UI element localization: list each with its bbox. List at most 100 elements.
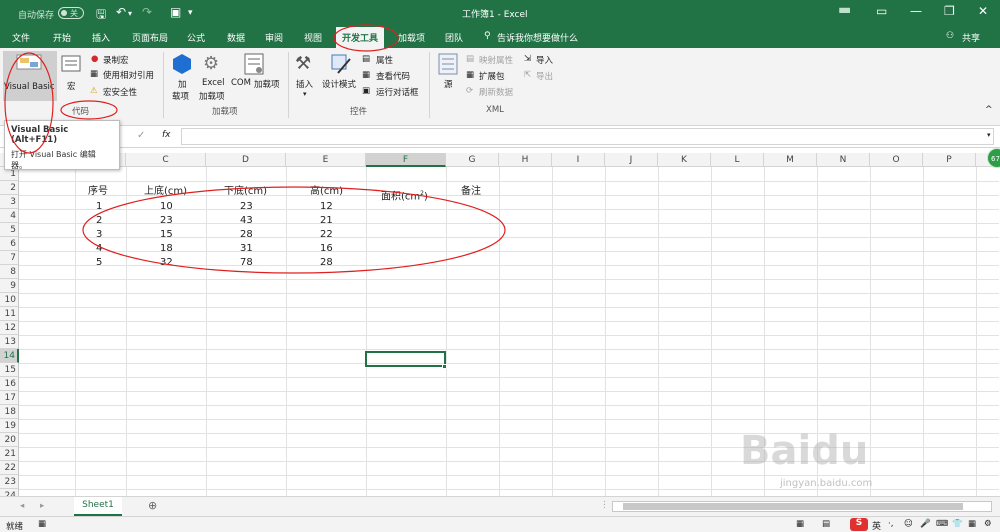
record-macro-button[interactable]: 录制宏 <box>103 54 129 66</box>
row-header[interactable]: 22 <box>0 461 19 475</box>
row-header[interactable]: 16 <box>0 377 19 391</box>
import-button[interactable]: 导入 <box>536 54 553 66</box>
table-cell[interactable]: 12 <box>320 200 333 213</box>
page-layout-view-icon[interactable]: ▤ <box>822 519 830 529</box>
table-cell[interactable]: 3 <box>96 228 102 241</box>
tab-home[interactable]: 开始 <box>53 31 71 44</box>
scrollbar-thumb[interactable] <box>623 503 963 510</box>
ime-punct-icon[interactable]: ·, <box>888 519 893 529</box>
column-header[interactable]: G <box>446 153 499 167</box>
progress-badge[interactable]: 67 <box>987 148 1000 168</box>
addins-button[interactable]: 加 <box>178 78 187 90</box>
microphone-icon[interactable]: 🎤 <box>920 519 931 529</box>
table-cell[interactable]: 15 <box>160 228 173 241</box>
tab-addins[interactable]: 加载项 <box>398 31 425 44</box>
tab-data[interactable]: 数据 <box>227 31 245 44</box>
table-cell[interactable]: 21 <box>320 214 333 227</box>
table-cell[interactable]: 2 <box>96 214 102 227</box>
map-properties-button[interactable]: 映射属性 <box>479 54 513 66</box>
row-header[interactable]: 24 <box>0 489 19 496</box>
settings-icon[interactable]: ⚙ <box>984 519 992 529</box>
share-button[interactable]: 共享 <box>962 31 980 44</box>
table-cell[interactable]: 31 <box>240 242 253 255</box>
enter-icon[interactable]: ✓ <box>137 130 145 141</box>
tell-me-search[interactable]: 告诉我你想要做什么 <box>497 31 578 44</box>
column-header[interactable]: O <box>870 153 923 167</box>
column-header[interactable]: P <box>923 153 976 167</box>
column-header[interactable]: H <box>499 153 552 167</box>
excel-addins-button[interactable]: Excel <box>202 78 225 88</box>
row-header-selected[interactable]: 14 <box>0 349 19 363</box>
refresh-data-button[interactable]: 刷新数据 <box>479 86 513 98</box>
tab-team[interactable]: 团队 <box>445 31 463 44</box>
table-cell[interactable]: 32 <box>160 256 173 269</box>
tab-formulas[interactable]: 公式 <box>187 31 205 44</box>
column-header[interactable]: E <box>286 153 366 167</box>
emoji-icon[interactable]: ☺ <box>904 519 913 529</box>
row-header[interactable]: 11 <box>0 307 19 321</box>
tab-split-handle[interactable]: ⋮ <box>600 500 609 510</box>
prev-sheet-icon[interactable]: ◂ <box>20 501 24 511</box>
row-header[interactable]: 23 <box>0 475 19 489</box>
row-header[interactable]: 9 <box>0 279 19 293</box>
formula-input[interactable] <box>181 128 994 145</box>
restore-icon[interactable]: ❐ <box>944 4 955 18</box>
table-cell[interactable]: 16 <box>320 242 333 255</box>
column-header[interactable]: K <box>658 153 711 167</box>
row-header[interactable]: 2 <box>0 181 19 195</box>
toolbox-icon[interactable]: ▣ <box>170 5 181 19</box>
expansion-packs-button[interactable]: 扩展包 <box>479 70 505 82</box>
tab-page-layout[interactable]: 页面布局 <box>132 31 168 44</box>
account-icon[interactable]: ▬ <box>838 2 851 18</box>
horizontal-scrollbar[interactable] <box>612 501 992 512</box>
column-header[interactable]: I <box>552 153 605 167</box>
selected-cell[interactable] <box>365 351 446 367</box>
next-sheet-icon[interactable]: ▸ <box>40 501 44 511</box>
table-cell[interactable]: 23 <box>240 200 253 213</box>
tab-view[interactable]: 视图 <box>304 31 322 44</box>
row-header[interactable]: 7 <box>0 251 19 265</box>
minimize-icon[interactable]: — <box>910 4 922 18</box>
column-header[interactable]: J <box>605 153 658 167</box>
column-header[interactable]: F <box>366 153 446 167</box>
macro-security-button[interactable]: 宏安全性 <box>103 86 137 98</box>
undo-dropdown-icon[interactable]: ▾ <box>128 9 132 18</box>
table-cell[interactable]: 1 <box>96 200 102 213</box>
keyboard-icon[interactable]: ⌨ <box>936 519 948 529</box>
row-header[interactable]: 20 <box>0 433 19 447</box>
new-sheet-icon[interactable]: ⊕ <box>148 499 157 512</box>
row-header[interactable]: 18 <box>0 405 19 419</box>
undo-icon[interactable]: ↶ <box>116 5 126 19</box>
customize-toolbar-icon[interactable]: ▾ <box>188 8 193 18</box>
cell-header-area[interactable]: 面积(cm2) <box>381 187 428 202</box>
table-cell[interactable]: 78 <box>240 256 253 269</box>
table-cell[interactable]: 4 <box>96 242 102 255</box>
tab-insert[interactable]: 插入 <box>92 31 110 44</box>
redo-icon[interactable]: ↷ <box>142 5 152 19</box>
cell-header-bottom[interactable]: 下底(cm) <box>224 185 267 198</box>
table-cell[interactable]: 23 <box>160 214 173 227</box>
table-cell[interactable]: 28 <box>320 256 333 269</box>
row-header[interactable]: 6 <box>0 237 19 251</box>
table-cell[interactable]: 22 <box>320 228 333 241</box>
tab-developer[interactable]: 开发工具 <box>336 27 385 48</box>
cell-header-top[interactable]: 上底(cm) <box>144 185 187 198</box>
macros-icon[interactable] <box>61 54 81 74</box>
sheet-tab-sheet1[interactable]: Sheet1 <box>74 497 122 516</box>
column-header[interactable]: N <box>817 153 870 167</box>
row-header[interactable]: 15 <box>0 363 19 377</box>
row-header[interactable]: 21 <box>0 447 19 461</box>
insert-control-button[interactable]: 插入 <box>296 78 313 90</box>
cell-header-seq[interactable]: 序号 <box>88 185 108 198</box>
row-header[interactable]: 19 <box>0 419 19 433</box>
com-addins-button[interactable]: COM <box>231 78 251 88</box>
row-header[interactable]: 13 <box>0 335 19 349</box>
row-header[interactable]: 12 <box>0 321 19 335</box>
row-header[interactable]: 17 <box>0 391 19 405</box>
macros-button[interactable]: 宏 <box>67 80 76 92</box>
column-header[interactable]: D <box>206 153 286 167</box>
ribbon-display-options-icon[interactable]: ▭ <box>876 4 887 18</box>
run-dialog-button[interactable]: 运行对话框 <box>376 86 419 98</box>
fill-handle[interactable] <box>442 364 447 369</box>
table-cell[interactable]: 18 <box>160 242 173 255</box>
